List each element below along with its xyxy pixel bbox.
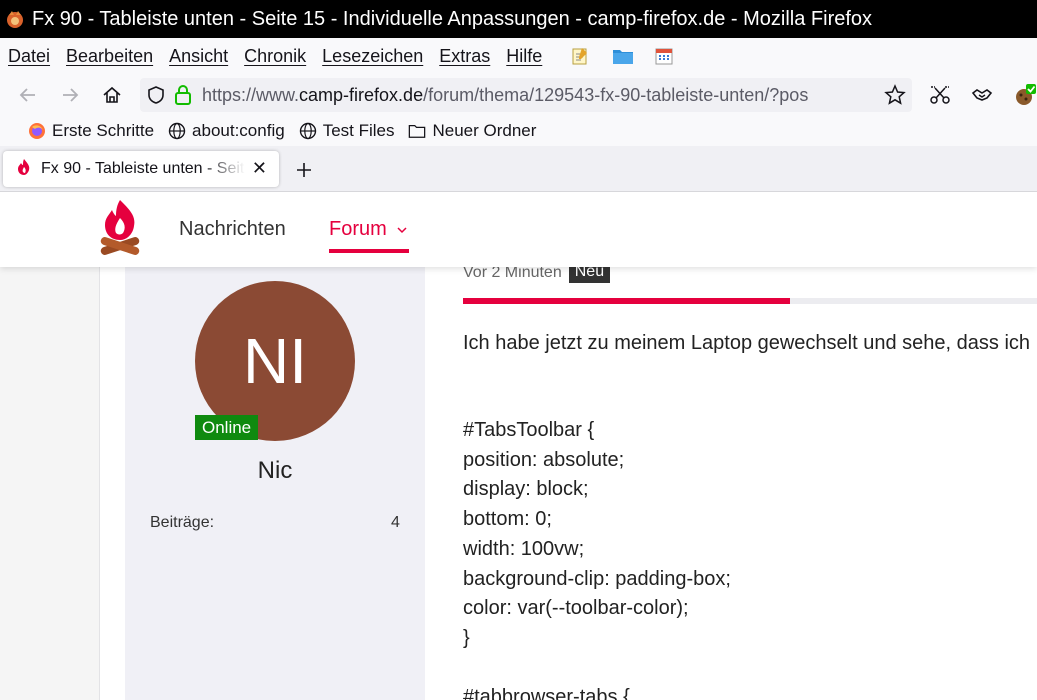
notepad-icon[interactable]	[570, 46, 590, 66]
code-line: position: absolute;	[463, 448, 625, 471]
camp-firefox-logo-icon[interactable]	[98, 198, 142, 260]
firefox-logo-icon	[28, 122, 46, 140]
bookmark-neuer-ordner[interactable]: Neuer Ordner	[408, 121, 536, 141]
navigation-toolbar: https://www.camp-firefox.de/forum/thema/…	[0, 74, 1037, 116]
code-line: bottom: 0;	[463, 508, 552, 531]
menu-datei[interactable]: Datei	[8, 46, 50, 67]
firefox-icon	[4, 8, 26, 30]
plus-icon	[297, 163, 311, 177]
handshake-extension-button[interactable]	[969, 82, 995, 108]
tab-title: Fx 90 - Tableiste unten - Seite 15 - Ind…	[41, 160, 245, 177]
posts-count-value: 4	[391, 514, 400, 531]
bookmark-erste-schritte[interactable]: Erste Schritte	[28, 121, 154, 141]
nav-forum[interactable]: Forum	[329, 218, 408, 241]
folder-icon	[408, 122, 426, 140]
post-text: Ich habe jetzt zu meinem Laptop gewechse…	[463, 332, 1031, 354]
code-line: color: var(--toolbar-color);	[463, 597, 689, 620]
handshake-icon	[971, 89, 993, 101]
url-bar[interactable]: https://www.camp-firefox.de/forum/thema/…	[140, 78, 912, 112]
bookmark-about-config[interactable]: about:config	[168, 121, 285, 141]
menu-bearbeiten[interactable]: Bearbeiten	[66, 46, 153, 67]
tab-active[interactable]: Fx 90 - Tableiste unten - Seite 15 - Ind…	[3, 151, 279, 187]
flame-favicon-icon	[15, 158, 33, 181]
left-gutter	[0, 267, 100, 700]
code-line: #tabbrowser-tabs {	[463, 686, 630, 700]
avatar-initials: NI	[243, 325, 307, 397]
folder-icon[interactable]	[612, 46, 634, 66]
bookmark-label: Test Files	[322, 121, 395, 140]
bookmark-test-files[interactable]: Test Files	[299, 121, 395, 141]
screenshot-extension-button[interactable]	[927, 82, 953, 108]
posts-count-label: Beiträge:	[150, 514, 215, 531]
tab-strip: Fx 90 - Tableiste unten - Seite 15 - Ind…	[0, 146, 1037, 192]
calendar-icon[interactable]	[654, 46, 674, 66]
menu-extras[interactable]: Extras	[439, 46, 490, 67]
arrow-left-icon	[19, 88, 35, 102]
bookmarks-toolbar: Erste Schritte about:config Test Files N…	[0, 116, 1037, 146]
bookmark-label: about:config	[192, 121, 285, 140]
home-button[interactable]	[99, 82, 125, 108]
window-title: Fx 90 - Tableiste unten - Seite 15 - Ind…	[32, 7, 873, 30]
code-line: }	[463, 626, 470, 649]
nav-nachrichten[interactable]: Nachrichten	[179, 218, 286, 241]
globe-icon	[299, 122, 317, 140]
nav-active-indicator	[329, 249, 409, 253]
post-author-sidebar: NI Online Nic Beiträge: 4	[125, 267, 425, 700]
nav-forum-label: Forum	[329, 218, 387, 240]
shield-icon[interactable]	[146, 85, 166, 110]
home-icon	[103, 86, 121, 103]
code-line: background-clip: padding-box;	[463, 567, 731, 590]
code-line: display: block;	[463, 478, 589, 501]
arrow-right-icon	[63, 88, 79, 102]
new-tab-button[interactable]	[292, 158, 316, 182]
author-name[interactable]: Nic	[125, 457, 425, 485]
back-button[interactable]	[15, 82, 41, 108]
url-text[interactable]: https://www.camp-firefox.de/forum/thema/…	[202, 85, 877, 106]
web-page: Nachrichten Forum NI Online Nic Beiträge…	[0, 192, 1037, 700]
tab-close-icon[interactable]: ✕	[252, 159, 267, 177]
lock-icon[interactable]	[173, 84, 193, 111]
menu-ansicht[interactable]: Ansicht	[169, 46, 228, 67]
cookie-icon	[1016, 84, 1036, 105]
read-progress-bar	[463, 298, 1037, 304]
globe-icon	[168, 122, 186, 140]
url-prefix: https://www.	[202, 84, 300, 105]
menu-hilfe[interactable]: Hilfe	[506, 46, 542, 67]
site-header: Nachrichten Forum	[0, 192, 1037, 267]
menu-chronik[interactable]: Chronik	[244, 46, 306, 67]
menu-bar: Datei Bearbeiten Ansicht Chronik Lesezei…	[0, 38, 1037, 74]
bookmark-label: Erste Schritte	[52, 121, 155, 140]
read-progress-fill	[463, 298, 791, 304]
bookmark-star-icon[interactable]	[884, 84, 906, 111]
code-line: width: 100vw;	[463, 537, 585, 560]
code-line: #TabsToolbar {	[463, 419, 595, 441]
window-titlebar: Fx 90 - Tableiste unten - Seite 15 - Ind…	[0, 0, 1037, 38]
scissors-icon	[930, 86, 950, 104]
chevron-down-icon	[397, 227, 407, 233]
bookmark-label: Neuer Ordner	[432, 121, 537, 140]
menu-lesezeichen[interactable]: Lesezeichen	[322, 46, 423, 67]
url-domain: camp-firefox.de	[299, 84, 424, 105]
cookie-extension-button[interactable]	[1011, 82, 1037, 108]
forward-button[interactable]	[57, 82, 83, 108]
url-path: /forum/thema/129543-fx-90-tableiste-unte…	[423, 84, 809, 105]
online-status-badge: Online	[195, 415, 259, 440]
